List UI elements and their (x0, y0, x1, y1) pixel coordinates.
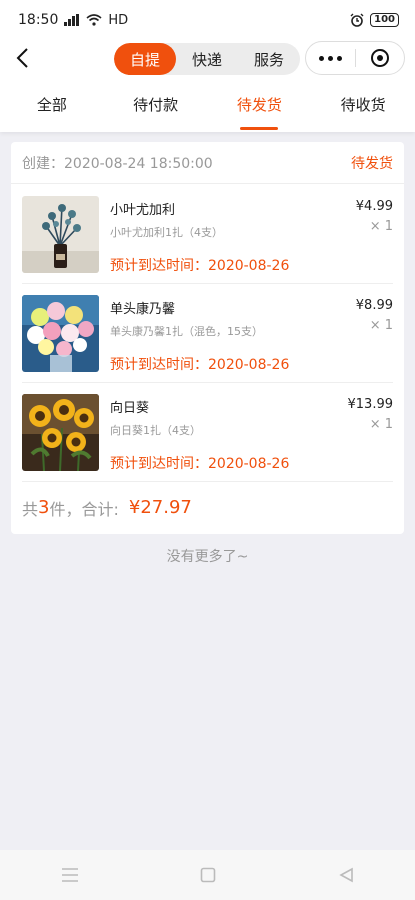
target-icon (370, 49, 389, 67)
product-spec: 小叶尤加利1扎（4支） (110, 226, 223, 239)
battery-indicator: 100 (370, 13, 399, 27)
arrival-time: 预计到达时间：2020-08-26 (110, 456, 290, 472)
product-image-eucalyptus (22, 196, 99, 273)
order-tabs: 全部 待付款 待发货 待收货 (0, 76, 415, 132)
status-bar: 18:50 HD 100 (0, 0, 415, 40)
tab-pending-payment[interactable]: 待付款 (104, 76, 208, 132)
wifi-icon (86, 14, 102, 26)
status-time: 18:50 (18, 12, 59, 28)
back-triangle-icon[interactable] (338, 867, 354, 883)
back-arrow-icon (16, 48, 28, 68)
order-item[interactable]: 单头康乃馨 单头康乃馨1扎（混色，15支） 预计到达时间：2020-08-26 … (11, 283, 404, 382)
system-nav-bar (0, 850, 415, 900)
item-count: 3 (38, 497, 50, 518)
order-status: 待发货 (351, 155, 393, 172)
product-image-sunflower (22, 394, 99, 471)
product-price: ¥13.99 (347, 397, 394, 412)
product-name: 单头康乃馨 (110, 302, 176, 317)
segment-service[interactable]: 服务 (238, 43, 300, 75)
signal-icon (64, 14, 80, 26)
miniprogram-capsule (305, 41, 405, 75)
order-summary: 共 3 件，合计: ¥27.97 (22, 481, 393, 533)
summary-label: 件，合计: (49, 499, 119, 519)
delivery-segment-control: 自提 快递 服务 (114, 43, 300, 75)
segment-pickup[interactable]: 自提 (114, 43, 176, 75)
more-dots-icon[interactable] (306, 55, 355, 61)
item-info: 向日葵 向日葵1扎（4支） 预计到达时间：2020-08-26 ¥13.99 ×… (110, 394, 393, 481)
product-quantity: × 1 (369, 417, 393, 432)
order-item[interactable]: 小叶尤加利 小叶尤加利1扎（4支） 预计到达时间：2020-08-26 ¥4.9… (11, 184, 404, 283)
arrival-time: 预计到达时间：2020-08-26 (110, 357, 290, 373)
order-item[interactable]: 向日葵 向日葵1扎（4支） 预计到达时间：2020-08-26 ¥13.99 ×… (11, 382, 404, 481)
product-spec: 单头康乃馨1扎（混色，15支） (110, 325, 263, 338)
order-header: 创建：2020-08-24 18:50:00 待发货 (11, 142, 404, 184)
summary-prefix: 共 (22, 499, 39, 519)
product-quantity: × 1 (369, 318, 393, 333)
arrival-time: 预计到达时间：2020-08-26 (110, 258, 290, 274)
tab-pending-receipt[interactable]: 待收货 (311, 76, 415, 132)
order-total: ¥27.97 (128, 497, 192, 518)
tab-pending-shipment[interactable]: 待发货 (208, 76, 312, 132)
item-info: 单头康乃馨 单头康乃馨1扎（混色，15支） 预计到达时间：2020-08-26 … (110, 295, 393, 382)
close-miniprogram-button[interactable] (356, 49, 404, 67)
product-image-carnation (22, 295, 99, 372)
nav-bar: 自提 快递 服务 (0, 40, 415, 76)
product-name: 小叶尤加利 (110, 203, 176, 218)
menu-icon[interactable] (61, 868, 79, 882)
order-card[interactable]: 创建：2020-08-24 18:50:00 待发货 小叶尤加利 小叶尤加利1扎… (11, 142, 404, 534)
network-label: HD (108, 12, 129, 28)
item-info: 小叶尤加利 小叶尤加利1扎（4支） 预计到达时间：2020-08-26 ¥4.9… (110, 196, 393, 283)
back-button[interactable] (10, 44, 34, 72)
alarm-icon (350, 13, 364, 27)
home-square-icon[interactable] (200, 867, 216, 883)
product-price: ¥8.99 (355, 298, 393, 313)
no-more-text: 没有更多了~ (166, 549, 249, 565)
segment-express[interactable]: 快递 (176, 43, 238, 75)
product-spec: 向日葵1扎（4支） (110, 424, 201, 437)
tab-all[interactable]: 全部 (0, 76, 104, 132)
product-quantity: × 1 (369, 219, 393, 234)
order-created-time: 创建：2020-08-24 18:50:00 (22, 155, 213, 172)
product-price: ¥4.99 (355, 199, 393, 214)
